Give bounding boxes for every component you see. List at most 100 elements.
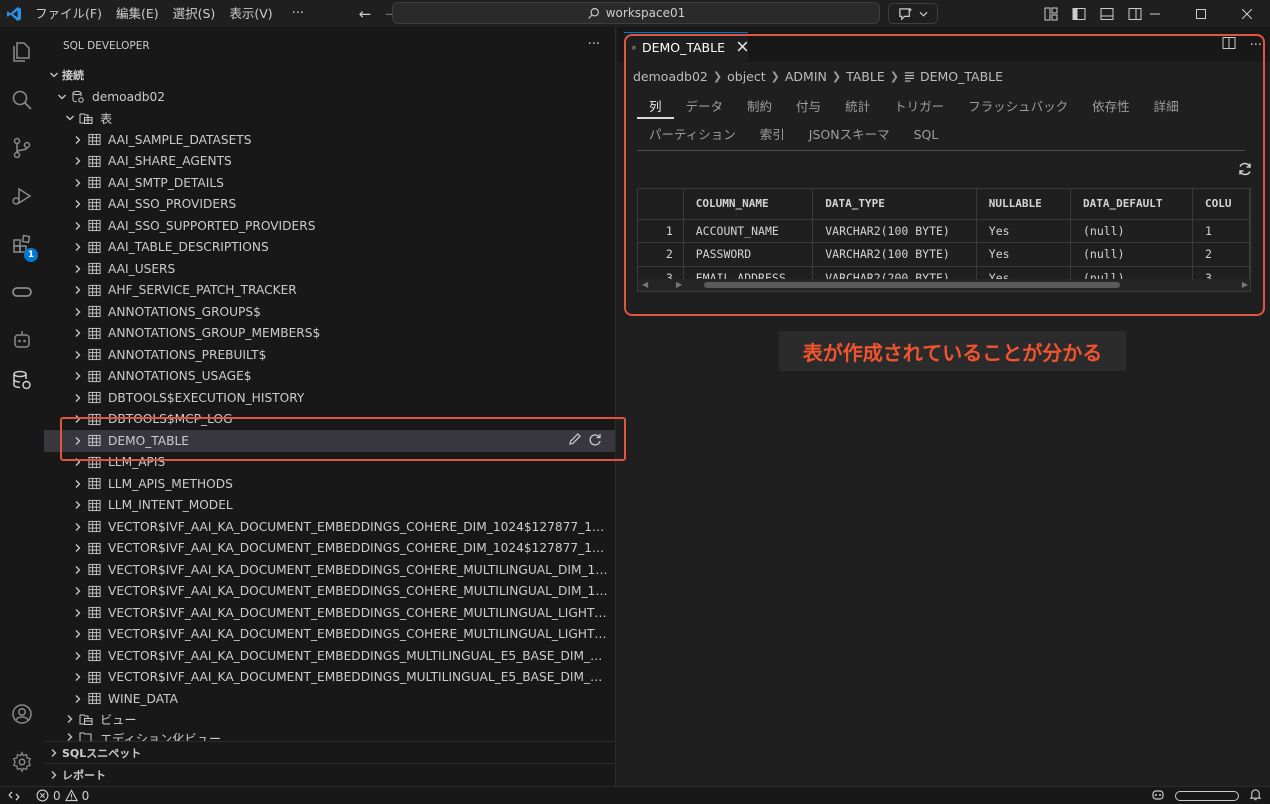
tree-table-item[interactable]: ANNOTATIONS_USAGE$ [44,366,615,388]
run-debug-icon[interactable] [0,174,44,218]
views-label: ビュー [100,712,137,727]
tree-connection-demoadb02[interactable]: demoadb02 [44,86,615,108]
source-control-icon[interactable] [0,126,44,170]
tree-table-item[interactable]: AHF_SERVICE_PATCH_TRACKER [44,280,615,302]
tree-table-item[interactable]: AAI_USERS [44,258,615,280]
maximize-icon[interactable] [1178,0,1224,27]
table-name: VECTOR$IVF_AAI_KA_DOCUMENT_EMBEDDINGS_CO… [108,562,608,577]
table-grid-icon [86,605,102,621]
menu-more-button[interactable]: ··· [280,0,316,27]
table-grid-icon [86,626,102,642]
table-name: DBTOOLS$EXECUTION_HISTORY [108,390,305,405]
tree-table-item[interactable]: VECTOR$IVF_AAI_KA_DOCUMENT_EMBEDDINGS_CO… [44,538,615,560]
search-icon[interactable] [0,78,44,122]
tree-table-item[interactable]: VECTOR$IVF_AAI_KA_DOCUMENT_EMBEDDINGS_CO… [44,581,615,603]
problems-indicator[interactable]: 0 0 [36,789,89,803]
chevron-right-icon [70,497,86,513]
chevron-right-icon [70,325,86,341]
extensions-icon[interactable]: 1 [0,222,44,266]
chevron-down-icon [54,89,70,105]
table-grid-icon [86,153,102,169]
chevron-right-icon [46,767,62,783]
remote-explorer-icon[interactable] [0,270,44,314]
table-grid-icon [86,562,102,578]
table-name: AHF_SERVICE_PATCH_TRACKER [108,283,297,298]
minimize-icon[interactable] [1132,0,1178,27]
menu-view[interactable]: 表示(V) [222,0,279,27]
tree-table-item[interactable]: AAI_SAMPLE_DATASETS [44,129,615,151]
sql-developer-sidebar: SQL DEVELOPER ··· 接続 demoadb02 表 AAI_SAM… [44,27,616,786]
tree-table-item[interactable]: VECTOR$IVF_AAI_KA_DOCUMENT_EMBEDDINGS_MU… [44,667,615,689]
highlight-box-demo-table-row [60,417,626,461]
copilot-status-icon[interactable] [1151,788,1165,804]
table-grid-icon [86,648,102,664]
menu-file[interactable]: ファイル(F) [28,0,109,27]
tree-table-item[interactable]: ANNOTATIONS_PREBUILT$ [44,344,615,366]
copilot-robot-icon[interactable] [0,318,44,362]
tree-table-item[interactable]: AAI_SSO_PROVIDERS [44,194,615,216]
connections-section-header[interactable]: 接続 [44,64,615,86]
chevron-right-icon [70,175,86,191]
table-name: VECTOR$IVF_AAI_KA_DOCUMENT_EMBEDDINGS_CO… [108,627,608,642]
toggle-panel-icon[interactable] [1096,3,1118,25]
tree-table-item[interactable]: ANNOTATIONS_GROUP_MEMBERS$ [44,323,615,345]
settings-gear-icon[interactable] [0,740,44,784]
table-grid-icon [86,175,102,191]
tree-table-item[interactable]: AAI_SMTP_DETAILS [44,172,615,194]
tree-table-item[interactable]: LLM_INTENT_MODEL [44,495,615,517]
sidebar-more-button[interactable]: ··· [588,37,600,52]
editioning-views-label: エディション化ビュー [100,732,222,741]
accounts-icon[interactable] [0,692,44,736]
toggle-primary-sidebar-icon[interactable] [1068,3,1090,25]
table-name: LLM_INTENT_MODEL [108,498,233,513]
tree-table-item[interactable]: DBTOOLS$EXECUTION_HISTORY [44,387,615,409]
editioning-views-folder-icon [78,729,94,741]
tree-table-item[interactable]: VECTOR$IVF_AAI_KA_DOCUMENT_EMBEDDINGS_CO… [44,516,615,538]
table-grid-icon [86,282,102,298]
tree-table-item[interactable]: ANNOTATIONS_GROUPS$ [44,301,615,323]
highlight-box-editor [624,34,1265,316]
customize-layout-icon[interactable] [1040,3,1062,25]
tree-table-item[interactable]: VECTOR$IVF_AAI_KA_DOCUMENT_EMBEDDINGS_CO… [44,602,615,624]
tree-table-item[interactable]: AAI_SHARE_AGENTS [44,151,615,173]
table-grid-icon [86,196,102,212]
table-name: ANNOTATIONS_GROUPS$ [108,304,261,319]
errors-count: 0 [53,788,61,803]
chevron-right-icon [70,648,86,664]
snippets-section-header[interactable]: SQLスニペット [44,741,615,763]
notifications-bell-icon[interactable] [1249,788,1262,804]
chevron-right-icon [70,239,86,255]
tree-folder-tables[interactable]: 表 [44,107,615,129]
tree-folder-views[interactable]: ビュー [44,708,615,730]
sql-developer-database-icon[interactable] [0,358,44,402]
back-arrow-icon[interactable]: ← [352,5,378,23]
views-folder-icon [78,711,94,727]
tree-folder-editioning-views[interactable]: エディション化ビュー [44,729,615,741]
search-text: workspace01 [605,6,686,20]
table-grid-icon [86,540,102,556]
activity-bar: 1 [0,27,44,786]
remote-indicator-icon[interactable] [0,787,28,804]
tree-table-item[interactable]: VECTOR$IVF_AAI_KA_DOCUMENT_EMBEDDINGS_CO… [44,559,615,581]
chat-sparkle-icon [899,6,913,21]
explorer-icon[interactable] [0,30,44,74]
database-connection-icon [70,89,86,105]
tree-table-item[interactable]: VECTOR$IVF_AAI_KA_DOCUMENT_EMBEDDINGS_CO… [44,624,615,646]
copilot-chat-button[interactable] [888,3,938,24]
tree-table-item[interactable]: WINE_DATA [44,688,615,710]
command-center-search[interactable]: workspace01 [392,2,880,24]
tree-table-item[interactable]: VECTOR$IVF_AAI_KA_DOCUMENT_EMBEDDINGS_MU… [44,645,615,667]
tree-table-item[interactable]: AAI_SSO_SUPPORTED_PROVIDERS [44,215,615,237]
extensions-badge: 1 [24,248,38,262]
menu-selection[interactable]: 選択(S) [166,0,223,27]
table-name: AAI_SAMPLE_DATASETS [108,132,252,147]
reports-section-header[interactable]: レポート [44,763,615,785]
tree-table-item[interactable]: LLM_APIS_METHODS [44,473,615,495]
annotation-callout: 表が作成されていることが分かる [779,331,1126,371]
tree-table-item[interactable]: AAI_TABLE_DESCRIPTIONS [44,237,615,259]
tables-folder-icon [78,110,94,126]
connections-label: 接続 [62,68,84,82]
menu-edit[interactable]: 編集(E) [109,0,166,27]
table-name: AAI_SMTP_DETAILS [108,175,224,190]
close-window-icon[interactable] [1224,0,1270,27]
